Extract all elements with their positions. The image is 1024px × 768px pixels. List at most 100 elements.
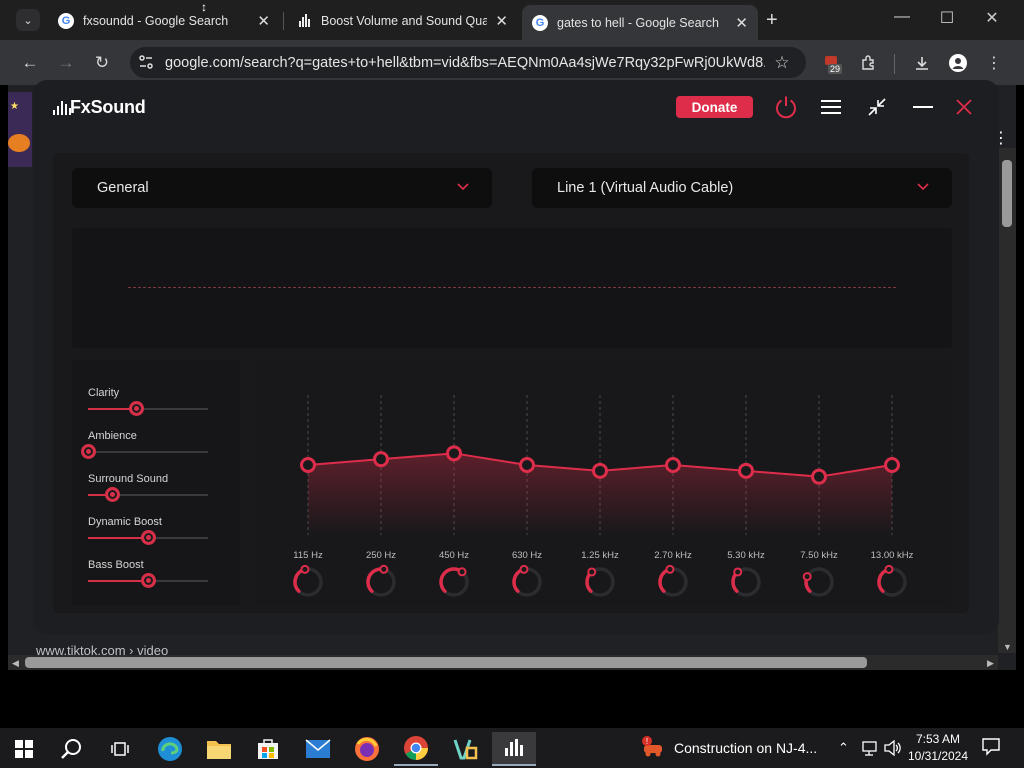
firefox-app[interactable] — [345, 732, 389, 766]
scroll-right-arrow[interactable]: ▶ — [987, 658, 994, 669]
clock-time[interactable]: 7:53 AM — [908, 732, 968, 746]
fxsound-app[interactable] — [492, 732, 536, 766]
browser-tab[interactable]: G fxsoundd - Google Search ✕ — [48, 5, 280, 36]
tab-search-button[interactable]: ⌄ — [16, 9, 40, 31]
file-explorer-app[interactable] — [197, 732, 241, 766]
eq-band-handle[interactable] — [665, 457, 681, 473]
output-device-value: Line 1 (Virtual Audio Cable) — [557, 180, 734, 196]
effect-label-clarity: Clarity — [88, 387, 120, 399]
minimize-window-button[interactable]: — — [882, 8, 922, 26]
close-window-button[interactable]: ✕ — [972, 8, 1012, 28]
svg-text:!: ! — [646, 737, 648, 746]
eq-frequency-label: 1.25 kHz — [581, 550, 619, 561]
chevron-down-icon — [456, 179, 470, 197]
power-button[interactable] — [772, 93, 800, 121]
forward-button[interactable]: → — [54, 52, 78, 74]
ambience-slider-knob[interactable] — [80, 444, 96, 459]
start-button[interactable] — [2, 732, 46, 766]
close-tab-icon[interactable]: ✕ — [735, 14, 748, 32]
chrome-app[interactable] — [394, 732, 438, 766]
task-view-button[interactable] — [98, 732, 142, 766]
reload-button[interactable]: ↻ — [90, 52, 114, 74]
compact-view-button[interactable] — [863, 93, 891, 121]
result-thumbnail[interactable]: ★ — [8, 92, 32, 167]
browser-tab[interactable]: Boost Volume and Sound Quali ✕ — [286, 5, 518, 36]
donate-button[interactable]: Donate — [676, 96, 753, 118]
notification-center-button[interactable] — [982, 738, 1000, 761]
eq-band-handle[interactable] — [446, 445, 462, 462]
extensions-puzzle-icon[interactable] — [856, 52, 880, 74]
eq-band-handle[interactable] — [373, 451, 389, 468]
eq-knob-indicator — [802, 572, 812, 582]
eq-frequency-label: 2.70 kHz — [654, 550, 692, 561]
effect-label-ambience: Ambience — [88, 430, 137, 442]
minimize-icon — [913, 106, 933, 108]
fx-minimize-button[interactable] — [909, 93, 937, 121]
ambience-slider-track[interactable] — [88, 451, 208, 453]
eq-band-handle[interactable] — [300, 457, 316, 473]
dynamic-boost-slider-knob[interactable] — [140, 530, 156, 545]
tab-divider — [283, 12, 284, 30]
eq-knob-indicator — [884, 564, 894, 574]
scroll-left-arrow[interactable]: ◀ — [12, 658, 19, 669]
eq-band-handle[interactable] — [592, 462, 608, 479]
url-text[interactable]: google.com/search?q=gates+to+hell&tbm=vi… — [165, 55, 765, 71]
vertical-scrollbar-thumb[interactable] — [1002, 160, 1012, 227]
news-widget-icon[interactable]: ! — [640, 736, 666, 763]
horizontal-scrollbar-thumb[interactable] — [25, 657, 867, 668]
effect-label-dynamic-boost: Dynamic Boost — [88, 516, 162, 528]
profile-avatar-icon[interactable] — [946, 52, 970, 74]
microsoft-store-app[interactable] — [246, 732, 290, 766]
task-view-icon — [111, 742, 129, 756]
surround-sound-slider-knob[interactable] — [104, 487, 120, 502]
equalizer-graph — [293, 395, 907, 597]
close-tab-icon[interactable]: ✕ — [257, 12, 270, 30]
new-tab-button[interactable]: + — [766, 9, 778, 32]
clock-date[interactable]: 10/31/2024 — [904, 749, 972, 763]
fxsound-logo-icon — [53, 101, 71, 115]
download-icon[interactable] — [910, 52, 934, 74]
browser-tab-active[interactable]: G gates to hell - Google Search ✕ — [522, 5, 758, 40]
dynamic-boost-slider-fill — [88, 537, 148, 539]
close-tab-icon[interactable]: ✕ — [495, 12, 508, 30]
menu-button[interactable] — [817, 93, 845, 121]
preset-dropdown[interactable]: General — [72, 168, 492, 208]
eq-band-handle[interactable] — [811, 468, 827, 485]
eq-knob-indicator — [519, 564, 529, 574]
back-button[interactable]: ← — [18, 52, 42, 74]
eq-band-handle[interactable] — [884, 457, 900, 473]
bass-boost-slider-fill — [88, 580, 148, 582]
vmix-app[interactable] — [443, 732, 487, 766]
output-device-dropdown[interactable]: Line 1 (Virtual Audio Cable) — [532, 168, 952, 208]
hamburger-menu-icon — [821, 100, 841, 114]
eq-band-handle[interactable] — [519, 457, 535, 473]
network-icon[interactable] — [862, 740, 880, 761]
eq-knob-indicator — [587, 567, 597, 577]
visualizer-baseline — [128, 287, 896, 288]
eq-knob-indicator — [300, 564, 310, 574]
edge-app[interactable] — [148, 732, 192, 766]
fx-close-button[interactable] — [950, 93, 978, 121]
search-button[interactable] — [50, 732, 94, 766]
news-widget-text[interactable]: Construction on NJ-4... — [674, 740, 817, 756]
close-icon — [956, 99, 972, 115]
eq-frequency-label: 115 Hz — [293, 550, 323, 561]
show-hidden-icons-button[interactable]: ⌃ — [838, 740, 849, 756]
eq-band-handle[interactable] — [738, 462, 754, 479]
fxsound-icon — [296, 13, 312, 29]
eq-knob-indicator — [457, 567, 467, 577]
maximize-window-button[interactable]: ☐ — [927, 8, 967, 28]
browser-menu-icon[interactable]: ⋮ — [982, 52, 1006, 74]
clarity-slider-knob[interactable] — [128, 401, 144, 416]
store-icon — [258, 739, 278, 759]
extension-icon[interactable]: 29 — [822, 53, 846, 77]
volume-icon[interactable] — [884, 739, 902, 761]
bass-boost-slider-knob[interactable] — [140, 573, 156, 588]
search-icon — [61, 739, 81, 759]
scroll-down-arrow[interactable]: ▼ — [1003, 642, 1012, 652]
mail-app[interactable] — [296, 732, 340, 766]
star-icon: ★ — [10, 101, 19, 112]
notification-icon — [982, 738, 1000, 756]
bookmark-star-icon[interactable]: ☆ — [770, 52, 794, 74]
site-info-icon[interactable] — [138, 54, 154, 75]
